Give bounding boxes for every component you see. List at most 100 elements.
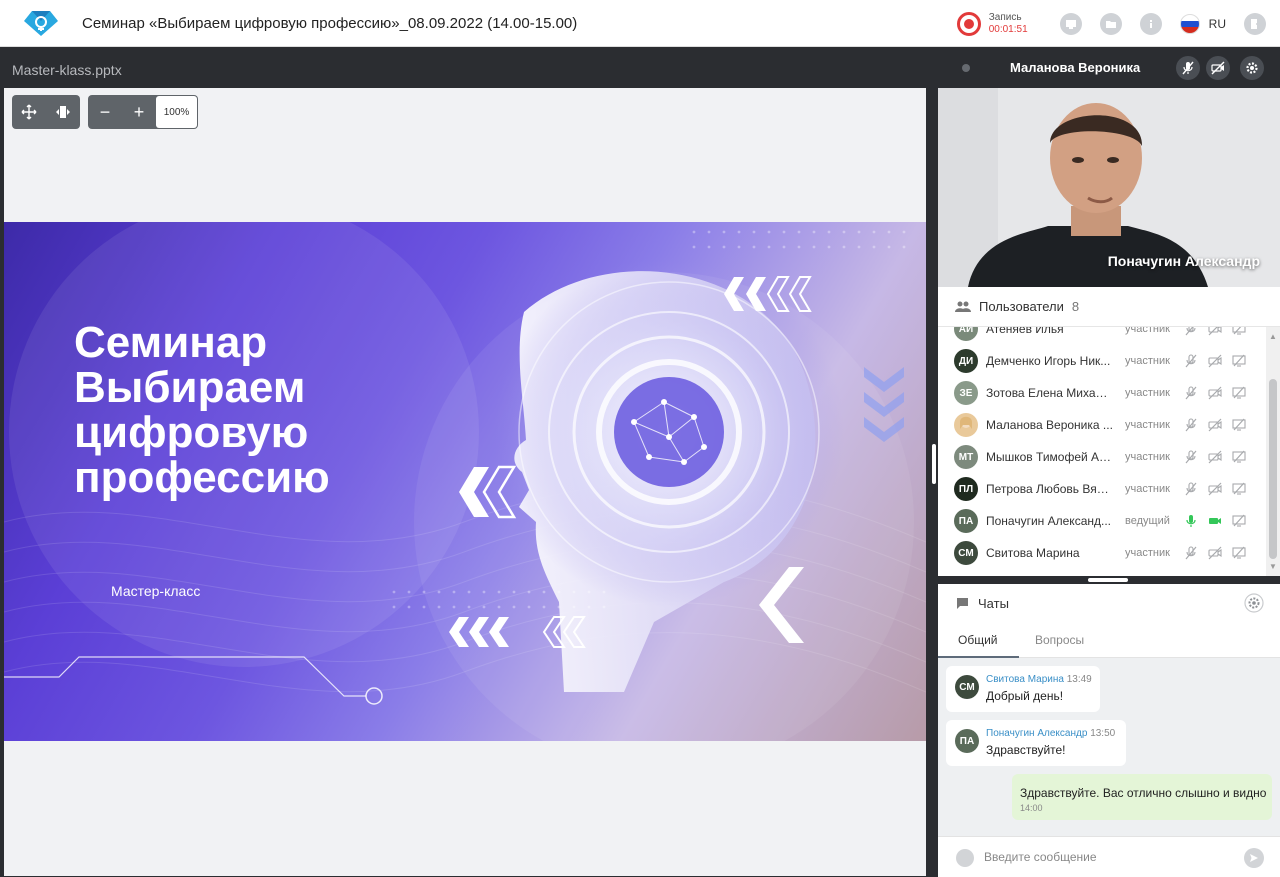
users-icon bbox=[955, 301, 971, 312]
chat-settings-gear-icon[interactable] bbox=[1244, 593, 1264, 613]
camera-off-icon[interactable] bbox=[1208, 482, 1222, 496]
message-author[interactable]: Свитова Марина bbox=[986, 674, 1064, 685]
zoom-out-button[interactable]: − bbox=[88, 95, 122, 129]
fit-width-icon[interactable] bbox=[46, 95, 80, 129]
avatar: АИ bbox=[954, 327, 978, 341]
camera-off-icon[interactable] bbox=[1206, 56, 1230, 80]
screen-share-icon[interactable] bbox=[1059, 12, 1082, 35]
user-row[interactable]: ПА Поначугин Александ... ведущий bbox=[938, 505, 1264, 537]
zoom-tools: − + 100% bbox=[88, 95, 198, 129]
video-header: Маланова Вероника bbox=[938, 48, 1280, 88]
camera-off-icon[interactable] bbox=[1208, 386, 1222, 400]
camera-off-icon[interactable] bbox=[1208, 546, 1222, 560]
users-scrollbar[interactable]: ▲ ▼ bbox=[1266, 327, 1280, 576]
message-author[interactable]: Поначугин Александр bbox=[986, 728, 1087, 739]
chat-icon bbox=[957, 597, 968, 609]
user-role: участник bbox=[1125, 355, 1170, 367]
page-title: Семинар «Выбираем цифровую профессию»_08… bbox=[82, 14, 578, 32]
camera-off-icon[interactable] bbox=[1208, 418, 1222, 432]
send-icon[interactable] bbox=[1244, 848, 1264, 868]
user-row[interactable]: Маланова Вероника ... участник bbox=[938, 409, 1264, 441]
move-tools bbox=[12, 95, 80, 129]
document-bar: Master-klass.pptx bbox=[0, 48, 930, 88]
emoji-icon[interactable] bbox=[956, 849, 974, 867]
settings-gear-icon[interactable] bbox=[1240, 56, 1264, 80]
user-role: участник bbox=[1125, 387, 1170, 399]
chat-message: ПА Поначугин Александр 13:50 Здравствуйт… bbox=[946, 720, 1126, 766]
user-role: участник bbox=[1125, 547, 1170, 559]
avatar: ДИ bbox=[954, 349, 978, 373]
tab-general[interactable]: Общий bbox=[958, 633, 998, 647]
move-icon[interactable] bbox=[12, 95, 46, 129]
user-row[interactable]: МТ Мышков Тимофей Ал... участник bbox=[938, 441, 1264, 473]
user-name: Петрова Любовь Вяче... bbox=[986, 482, 1114, 496]
mic-off-icon[interactable] bbox=[1184, 482, 1198, 496]
recording-time: 00:01:51 bbox=[988, 23, 1028, 35]
camera-on-icon[interactable] bbox=[1208, 514, 1222, 528]
screen-share-off-icon[interactable] bbox=[1232, 514, 1246, 528]
screen-share-off-icon[interactable] bbox=[1232, 327, 1246, 336]
mic-off-icon[interactable] bbox=[1184, 450, 1198, 464]
message-time: 14:00 bbox=[1020, 803, 1043, 813]
avatar: МТ bbox=[954, 445, 978, 469]
info-icon[interactable] bbox=[1139, 12, 1162, 35]
mic-off-icon[interactable] bbox=[1184, 354, 1198, 368]
recording-label: Запись bbox=[988, 11, 1022, 23]
top-bar: Семинар «Выбираем цифровую профессию»_08… bbox=[0, 0, 1280, 47]
user-row[interactable]: СМ Свитова Марина участник bbox=[938, 537, 1264, 569]
user-role: участник bbox=[1125, 451, 1170, 463]
camera-off-icon[interactable] bbox=[1208, 327, 1222, 336]
user-row[interactable]: АИ Атеняев Илья участник bbox=[938, 327, 1264, 345]
message-author-line: Свитова Марина 13:49 bbox=[986, 674, 1092, 685]
message-time: 13:50 bbox=[1090, 728, 1116, 739]
mic-off-icon[interactable] bbox=[1176, 56, 1200, 80]
exit-icon[interactable] bbox=[1244, 12, 1266, 35]
user-row[interactable]: ПЛ Петрова Любовь Вяче... участник bbox=[938, 473, 1264, 505]
screen-share-off-icon[interactable] bbox=[1232, 354, 1246, 368]
screen-share-off-icon[interactable] bbox=[1232, 386, 1246, 400]
tab-questions[interactable]: Вопросы bbox=[1035, 633, 1084, 647]
language-selector[interactable]: RU bbox=[1209, 17, 1226, 31]
zoom-in-button[interactable]: + bbox=[122, 95, 156, 129]
screen-share-off-icon[interactable] bbox=[1232, 418, 1246, 432]
screen-share-off-icon[interactable] bbox=[1232, 482, 1246, 496]
status-dot-icon bbox=[962, 64, 970, 72]
speaker-name-label: Поначугин Александр bbox=[1107, 253, 1260, 269]
mic-on-icon[interactable] bbox=[1184, 514, 1198, 528]
user-row[interactable]: ЗЕ Зотова Елена Михайл... участник bbox=[938, 377, 1264, 409]
chat-messages: СМ Свитова Марина 13:49 Добрый день! ПА … bbox=[938, 658, 1280, 836]
avatar: ЗЕ bbox=[954, 381, 978, 405]
users-panel-header[interactable]: Пользователи 8 bbox=[938, 287, 1280, 327]
folder-icon[interactable] bbox=[1099, 12, 1122, 35]
avatar: СМ bbox=[955, 675, 979, 699]
message-input[interactable] bbox=[984, 847, 1224, 867]
russian-flag-icon[interactable] bbox=[1179, 13, 1200, 34]
horizontal-splitter[interactable] bbox=[938, 576, 1280, 584]
users-count: 8 bbox=[1071, 299, 1080, 314]
screen-share-off-icon[interactable] bbox=[1232, 546, 1246, 560]
recording-indicator[interactable]: Запись 00:01:51 bbox=[956, 11, 1028, 36]
vertical-splitter[interactable] bbox=[930, 48, 938, 877]
mic-off-icon[interactable] bbox=[1184, 386, 1198, 400]
slide-subtitle: Мастер-класс bbox=[111, 583, 201, 599]
scroll-up-icon[interactable]: ▲ bbox=[1269, 333, 1277, 341]
mic-off-icon[interactable] bbox=[1184, 327, 1198, 336]
users-title: Пользователи bbox=[979, 299, 1064, 314]
mic-off-icon[interactable] bbox=[1184, 418, 1198, 432]
user-row[interactable]: ДИ Демченко Игорь Ник... участник bbox=[938, 345, 1264, 377]
camera-off-icon[interactable] bbox=[1208, 354, 1222, 368]
camera-off-icon[interactable] bbox=[1208, 450, 1222, 464]
user-role: участник bbox=[1125, 483, 1170, 495]
avatar: СМ bbox=[954, 541, 978, 565]
user-name: Поначугин Александ... bbox=[986, 514, 1111, 528]
user-role: участник bbox=[1125, 419, 1170, 431]
chat-input-bar bbox=[938, 836, 1280, 877]
scrollbar-thumb[interactable] bbox=[1269, 379, 1277, 559]
slide-title: Семинар Выбираем цифровую профессию bbox=[74, 318, 330, 502]
mic-off-icon[interactable] bbox=[1184, 546, 1198, 560]
users-list: АИ Атеняев Илья участник ДИ Демченко Иго… bbox=[938, 327, 1280, 576]
message-text: Добрый день! bbox=[986, 689, 1064, 703]
scroll-down-icon[interactable]: ▼ bbox=[1269, 563, 1277, 571]
document-name: Master-klass.pptx bbox=[12, 62, 122, 78]
screen-share-off-icon[interactable] bbox=[1232, 450, 1246, 464]
